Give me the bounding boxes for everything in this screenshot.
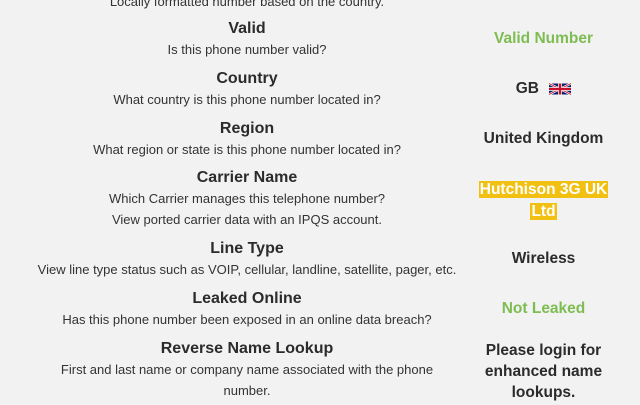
row-linetype-title: Line Type — [210, 240, 284, 257]
carrier-name-line2: Ltd — [530, 203, 557, 220]
row-reverse-lookup-value: Please login for enhanced name lookups. — [476, 340, 611, 403]
row-linetype-value: Wireless — [511, 250, 576, 267]
row-valid-value: Valid Number — [493, 30, 594, 47]
row-region-value: United Kingdom — [483, 130, 604, 147]
reverse-lookup-line3: lookups. — [511, 384, 576, 401]
row-reverse-lookup-description-line1: First and last name or company name asso… — [60, 362, 434, 377]
reverse-lookup-line1: Please login for — [485, 342, 602, 359]
row-valid-description: Is this phone number valid? — [167, 42, 327, 57]
row-carrier-description-line1: Which Carrier manages this telephone num… — [108, 191, 386, 206]
carrier-name-line1: Hutchison 3G UK — [478, 181, 609, 198]
local-format-description: Locally formatted number based on the co… — [109, 0, 385, 9]
row-region-label-group: Region What region or state is this phon… — [0, 119, 494, 160]
row-region-title: Region — [219, 120, 275, 137]
row-country-label-group: Country What country is this phone numbe… — [0, 69, 494, 110]
row-valid-title: Valid — [228, 20, 266, 37]
row-carrier-label-group: Carrier Name Which Carrier manages this … — [0, 168, 494, 230]
row-leaked-value: Not Leaked — [501, 300, 586, 317]
row-carrier-value: Hutchison 3G UK Ltd — [476, 179, 611, 223]
row-country-description: What country is this phone number locate… — [113, 92, 381, 107]
row-region-description: What region or state is this phone numbe… — [93, 142, 401, 157]
row-leaked-title: Leaked Online — [192, 290, 302, 307]
row-country-title: Country — [216, 70, 278, 87]
phone-lookup-results: Locally formatted number based on the co… — [0, 0, 640, 405]
row-leaked-label-group: Leaked Online Has this phone number been… — [0, 289, 494, 330]
row-carrier-title: Carrier Name — [196, 169, 298, 186]
row-reverse-lookup-title: Reverse Name Lookup — [160, 340, 334, 357]
row-reverse-lookup-label-group: Reverse Name Lookup First and last name … — [0, 339, 494, 401]
row-linetype-label-group: Line Type View line type status such as … — [0, 239, 494, 280]
row-carrier-description-line2: View ported carrier data with an IPQS ac… — [111, 212, 382, 227]
reverse-lookup-line2: enhanced name — [484, 363, 603, 380]
row-valid-label-group: Valid Is this phone number valid? — [0, 19, 494, 60]
row-leaked-description: Has this phone number been exposed in an… — [62, 312, 432, 327]
row-reverse-lookup-description-line2: number. — [223, 383, 271, 398]
row-country-value: GB — [476, 80, 611, 98]
row-linetype-description: View line type status such as VOIP, cell… — [37, 262, 457, 277]
uk-flag-icon — [549, 82, 572, 96]
row-country-code: GB — [515, 80, 539, 97]
